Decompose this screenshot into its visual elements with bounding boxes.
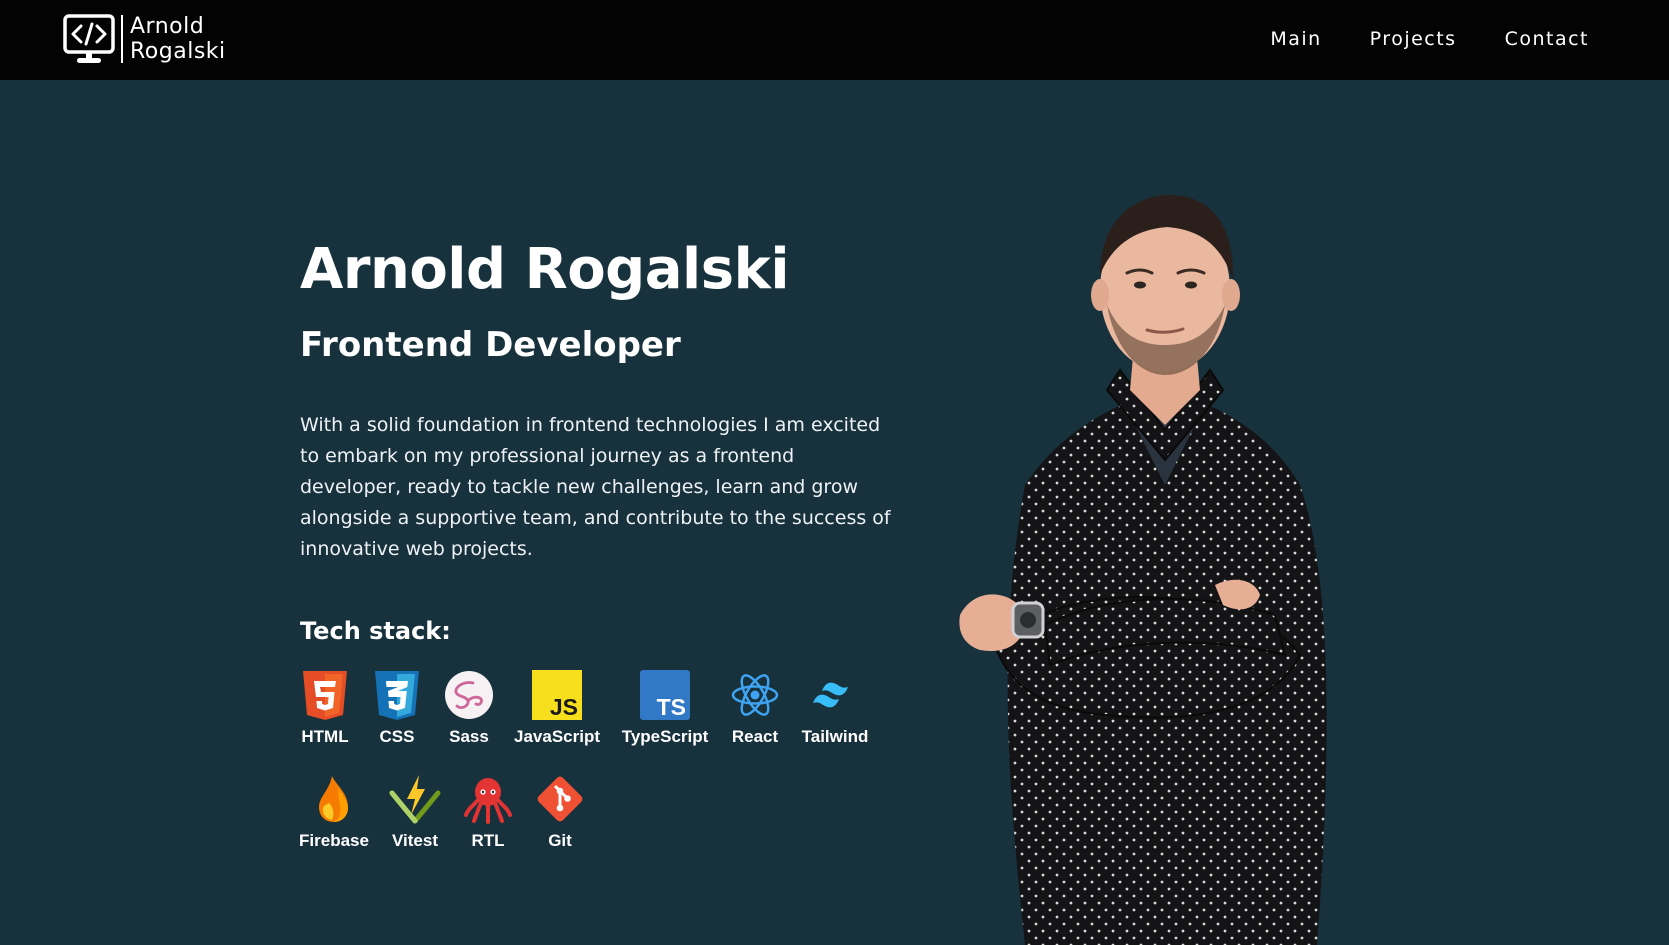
profile-photo	[959, 195, 1327, 945]
logo-line-last: Rogalski	[130, 39, 226, 64]
svg-text:TS: TS	[657, 694, 686, 720]
firebase-icon	[319, 776, 348, 822]
tech-item-tailwind: Tailwind	[780, 669, 890, 747]
tech-label: RTL	[471, 831, 505, 850]
hero-name: Arnold Rogalski	[300, 237, 790, 302]
tech-item-javascript: JS JavaScript	[502, 669, 612, 747]
react-icon	[731, 674, 779, 716]
tech-label: Vitest	[392, 831, 438, 850]
tech-label: JavaScript	[514, 727, 600, 746]
tech-label: React	[731, 727, 779, 746]
nav-link-contact[interactable]: Contact	[1505, 28, 1589, 50]
typescript-icon: TS	[640, 670, 690, 720]
hero-bio: With a solid foundation in frontend tech…	[300, 414, 891, 560]
tech-label: Tailwind	[801, 727, 869, 746]
logo-divider	[121, 15, 123, 63]
tech-label: Sass	[449, 727, 489, 746]
tailwind-icon	[813, 682, 848, 708]
tech-label: TypeScript	[621, 727, 709, 746]
monitor-code-icon	[63, 14, 115, 63]
logo-text: Arnold Rogalski	[130, 14, 226, 64]
hero-role: Frontend Developer	[300, 325, 681, 365]
nav-link-main[interactable]: Main	[1270, 28, 1321, 50]
git-icon	[537, 776, 583, 822]
tech-item-git: Git	[505, 773, 615, 851]
logo-line-first: Arnold	[130, 14, 205, 39]
tech-stack-title: Tech stack:	[300, 617, 451, 645]
tech-label: Firebase	[299, 831, 369, 850]
sass-icon	[445, 671, 493, 719]
javascript-icon: JS	[532, 670, 582, 720]
svg-text:JS: JS	[550, 694, 578, 720]
site-logo[interactable]: Arnold Rogalski	[62, 13, 226, 65]
tech-label: Git	[548, 831, 572, 850]
main-nav: Main Projects Contact	[1270, 28, 1589, 50]
tech-label: CSS	[379, 727, 415, 746]
nav-link-projects[interactable]: Projects	[1370, 28, 1457, 50]
top-navigation-bar: Arnold Rogalski Main Projects Contact	[0, 0, 1669, 80]
